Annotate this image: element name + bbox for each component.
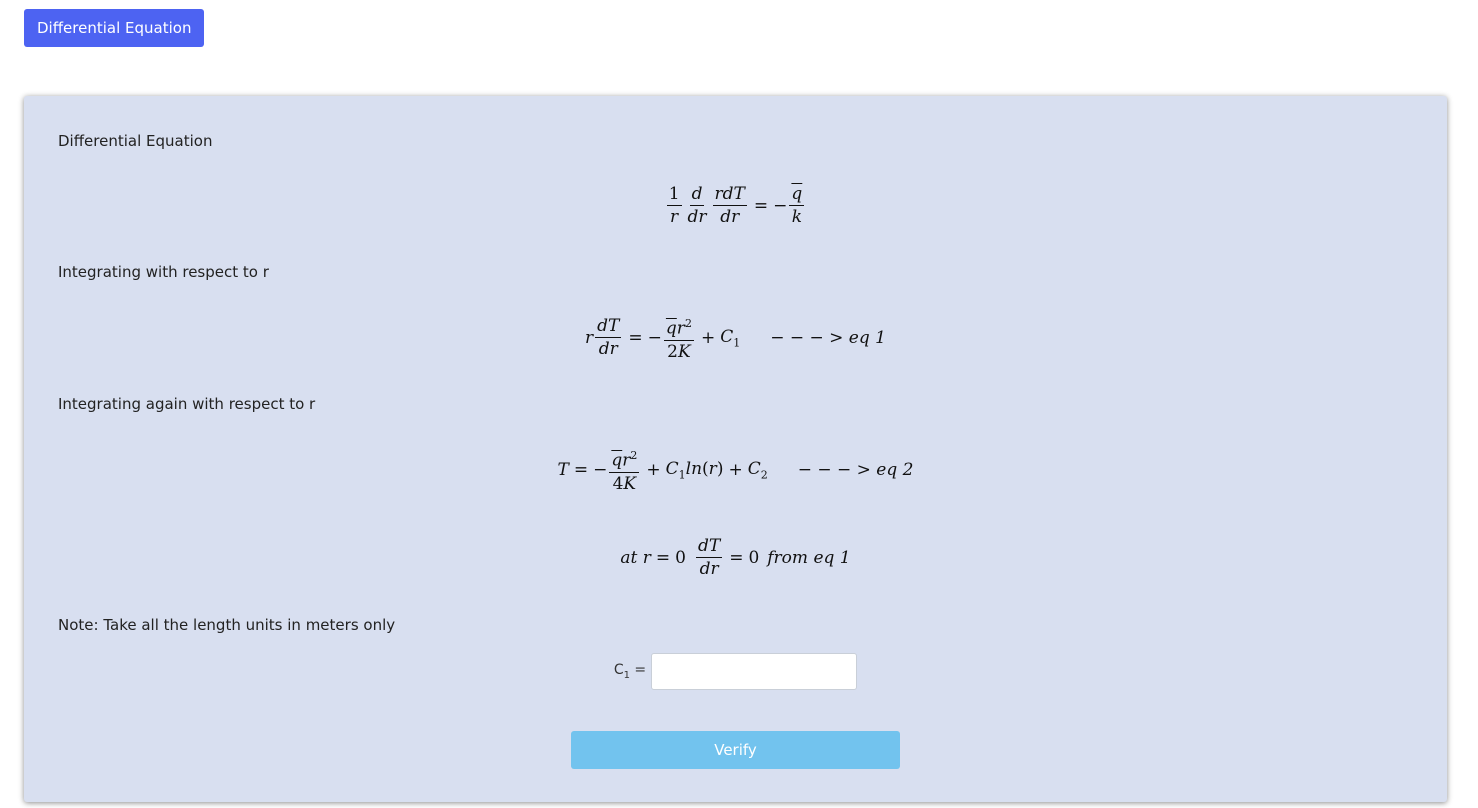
heading-text: Differential Equation xyxy=(58,132,213,150)
differential-equation-formula: 1r d dr rdT dr = − qk xyxy=(666,184,805,227)
c1-input-row: C1 = xyxy=(24,653,1447,690)
c1-input-label: C1 = xyxy=(613,662,647,681)
boundary-condition-formula: at r = 0 dT dr = 0 from eq 1 xyxy=(620,536,851,579)
c1-input[interactable] xyxy=(651,653,858,690)
equation-2-formula: T = − qr2 4K + C1ln(r) + C2 − − − > eq 2 xyxy=(557,449,914,494)
verify-button[interactable]: Verify xyxy=(571,731,900,769)
equation-1-formula: r dT dr = − qr2 2K + C1 − − − > eq 1 xyxy=(585,316,886,362)
boundary-condition-text: from eq 1 xyxy=(767,547,851,568)
equation-2-tag: − − − > eq 2 xyxy=(797,459,914,480)
step1-text: Integrating with respect to r xyxy=(58,263,269,281)
step2-text: Integrating again with respect to r xyxy=(58,395,316,413)
differential-equation-button[interactable]: Differential Equation xyxy=(24,9,205,47)
equation-1-tag: − − − > eq 1 xyxy=(770,327,886,348)
equation-card: Differential Equation 1r d dr rdT dr = − qk… xyxy=(24,96,1447,802)
note-text: Note: Take all the length units in meter… xyxy=(58,616,396,634)
